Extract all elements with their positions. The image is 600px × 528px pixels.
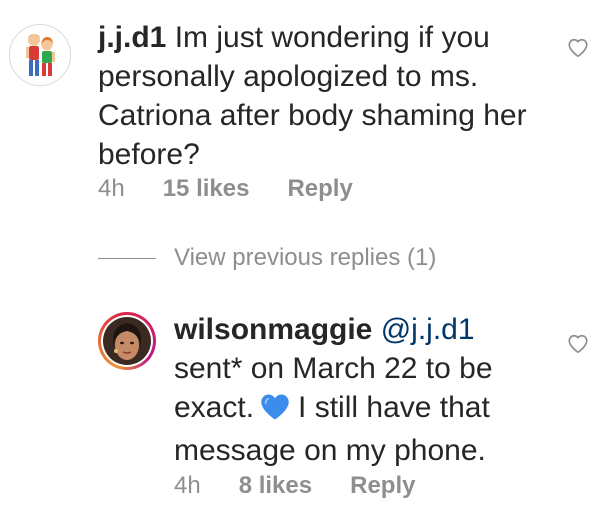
- heart-icon[interactable]: [567, 37, 589, 59]
- mention-link[interactable]: @j.j.d1: [381, 313, 475, 346]
- comment-time: 4h: [98, 175, 125, 202]
- comment-body: j.j.d1 Im just wondering if you personal…: [98, 18, 538, 174]
- view-previous-replies-label: View previous replies (1): [174, 244, 437, 271]
- view-previous-replies[interactable]: View previous replies (1): [98, 244, 436, 272]
- reply-meta: 4h 8 likes Reply: [174, 472, 415, 500]
- avatar[interactable]: [9, 24, 71, 86]
- comment-username[interactable]: j.j.d1: [98, 21, 166, 54]
- cartoon-family-icon: [26, 34, 55, 76]
- reply-time: 4h: [174, 472, 201, 499]
- reply-button[interactable]: Reply: [350, 472, 415, 500]
- reply-username[interactable]: wilsonmaggie: [174, 313, 372, 346]
- heart-icon[interactable]: [567, 333, 589, 355]
- reply-button[interactable]: Reply: [287, 175, 352, 203]
- parent-comment: j.j.d1 Im just wondering if you personal…: [0, 0, 600, 220]
- comment-likes-count[interactable]: 15 likes: [163, 175, 250, 203]
- avatar[interactable]: [98, 312, 156, 370]
- reply-likes-count[interactable]: 8 likes: [239, 472, 312, 500]
- blue-heart-emoji: [260, 392, 290, 431]
- reply-comment-body: wilsonmaggie @j.j.d1 sent* on March 22 t…: [174, 310, 544, 470]
- divider-line: [98, 257, 156, 259]
- comment-meta: 4h 15 likes Reply: [98, 175, 353, 203]
- profile-photo-icon: [103, 317, 151, 365]
